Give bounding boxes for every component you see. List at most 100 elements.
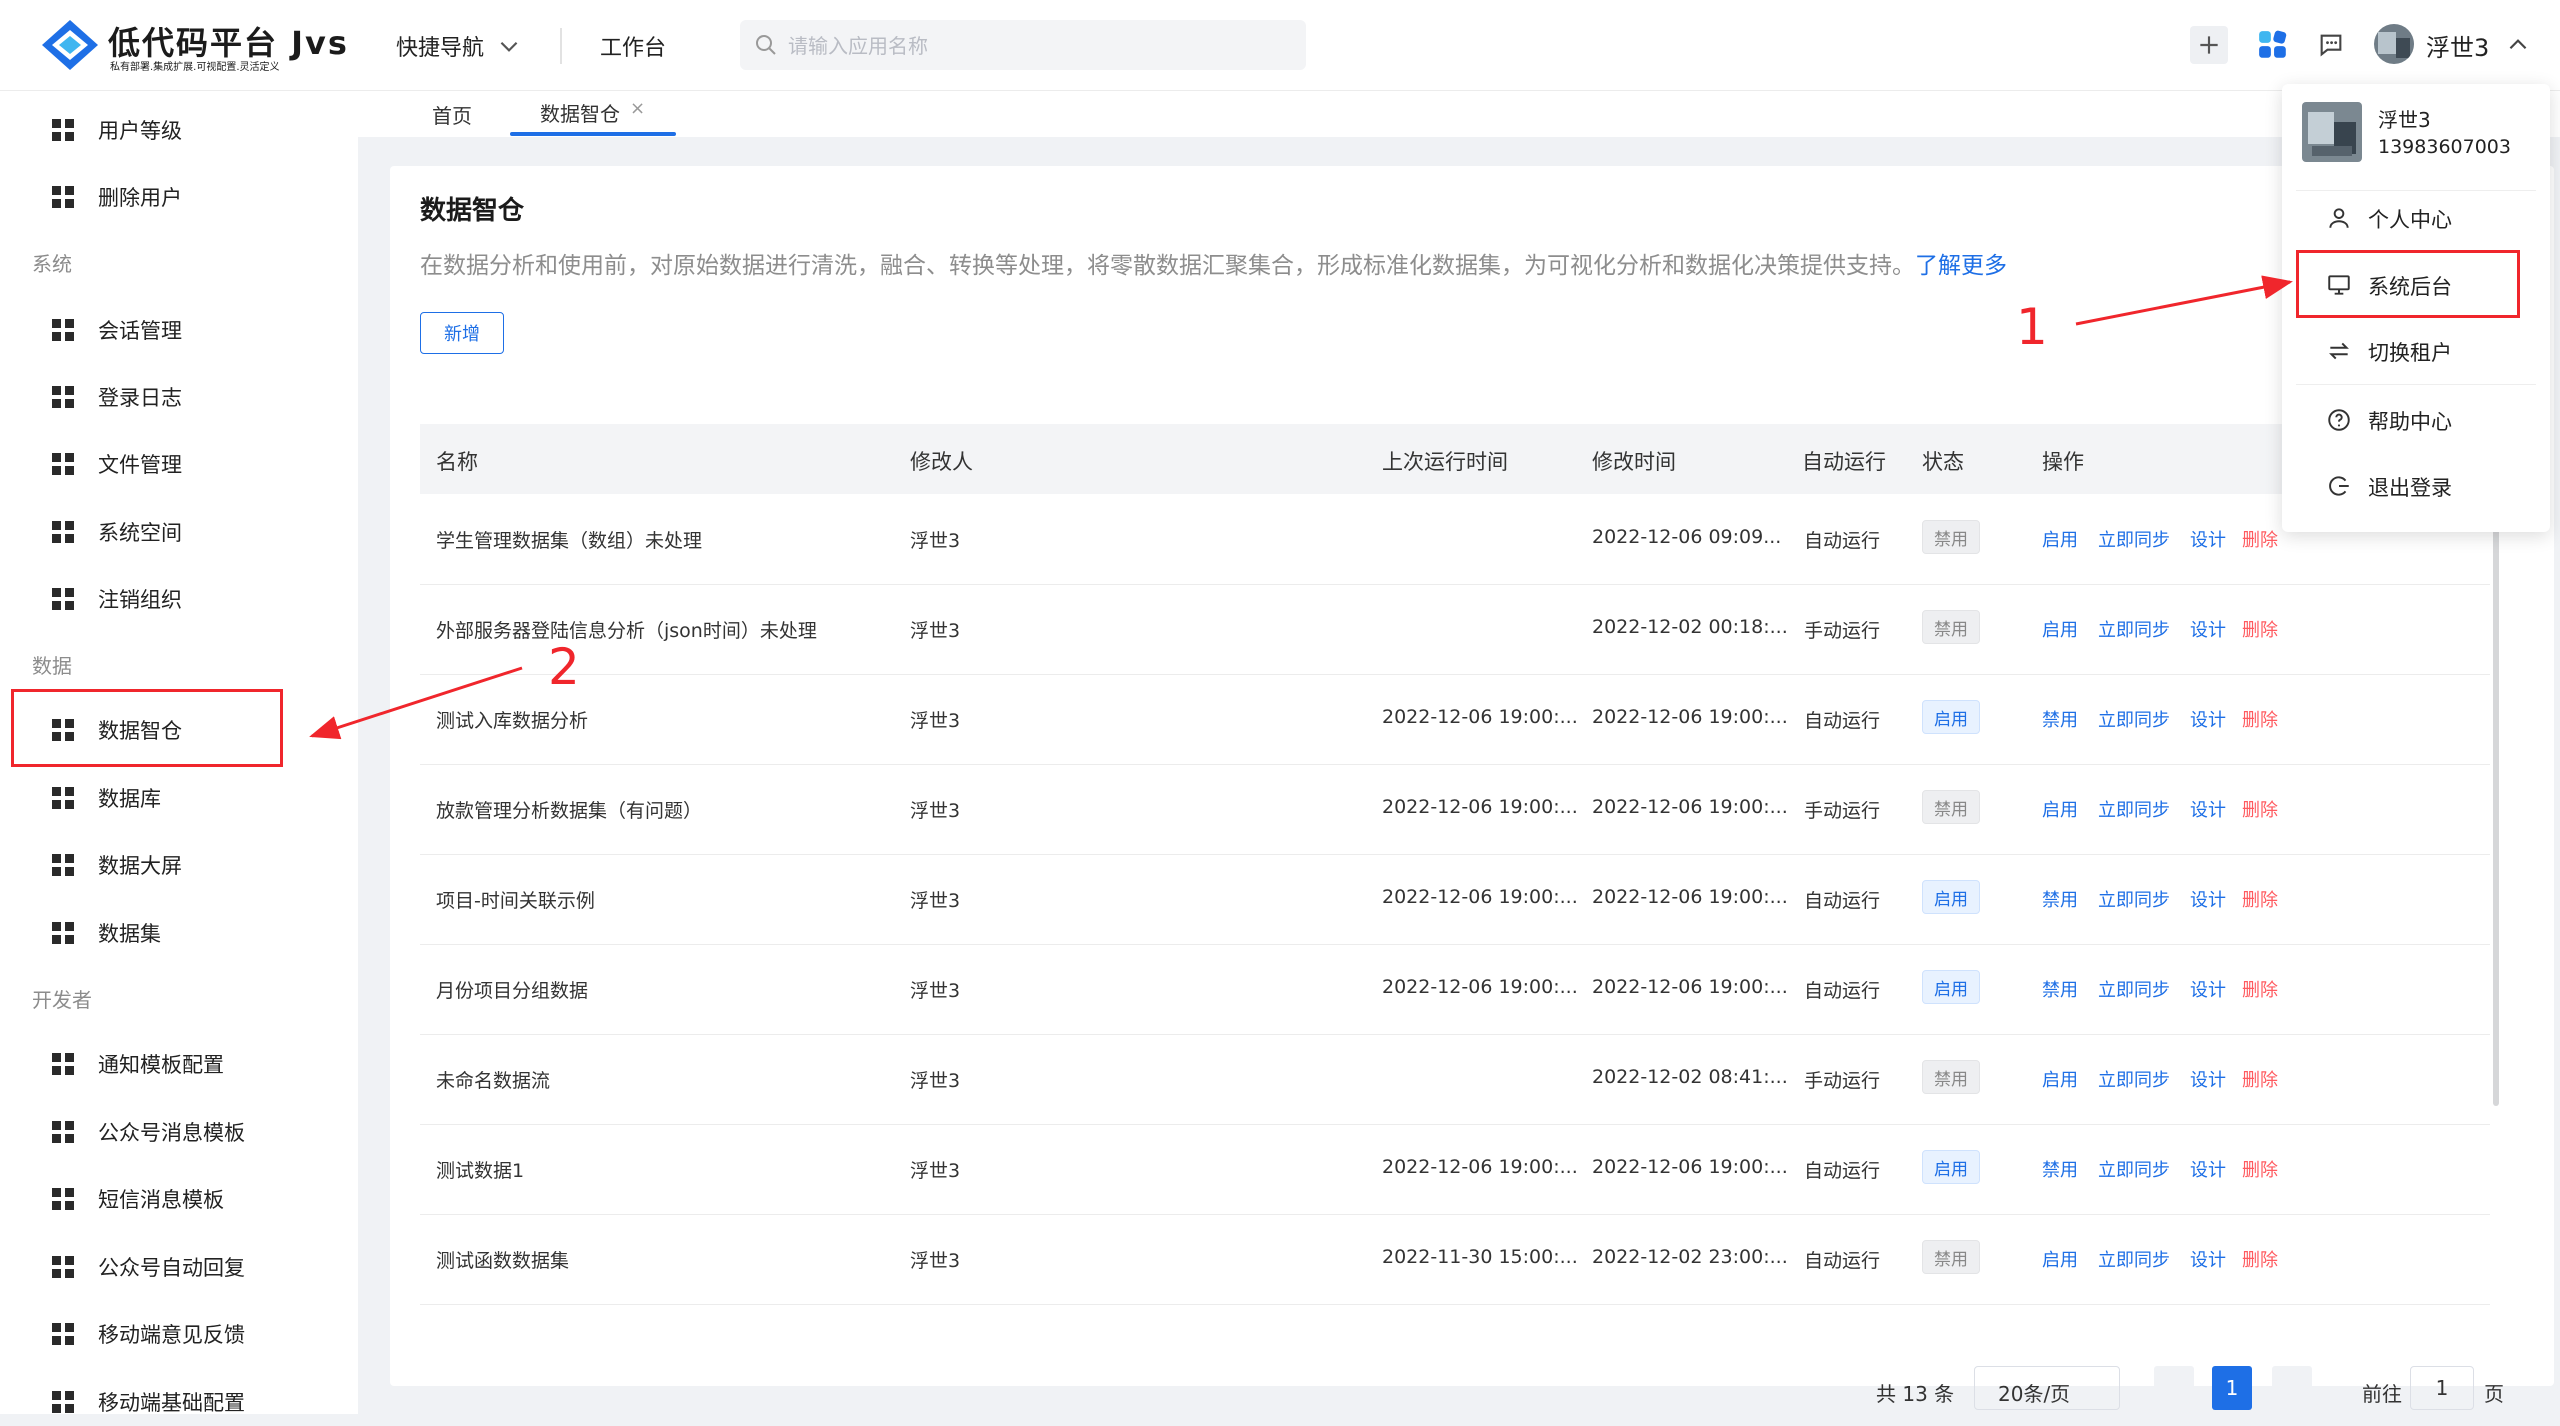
sidebar-item-cancel-org[interactable]: 注销组织	[0, 571, 340, 623]
tab-label[interactable]: 数据智仓	[540, 98, 620, 127]
menu-item-logout[interactable]: 退出登录	[2296, 458, 2536, 512]
cell-last-run: 2022-12-06 19:00:...	[1382, 1156, 1578, 1178]
menu-item-help-center[interactable]: 帮助中心	[2296, 392, 2536, 446]
user-name[interactable]: 浮世3	[2426, 28, 2489, 63]
add-button[interactable]: 新增	[420, 312, 504, 354]
sidebar-item-system-space[interactable]: 系统空间	[0, 504, 340, 556]
sidebar-item-notify-template[interactable]: 通知模板配置	[0, 1036, 340, 1088]
sync-now-link[interactable]: 立即同步	[2098, 886, 2170, 912]
delete-link[interactable]: 删除	[2242, 616, 2278, 642]
design-link[interactable]: 设计	[2190, 976, 2226, 1002]
design-link[interactable]: 设计	[2190, 886, 2226, 912]
message-button[interactable]	[2312, 26, 2350, 64]
sync-now-link[interactable]: 立即同步	[2098, 706, 2170, 732]
delete-link[interactable]: 删除	[2242, 526, 2278, 552]
design-link[interactable]: 设计	[2190, 1246, 2226, 1272]
goto-suffix: 页	[2484, 1382, 2504, 1406]
sidebar-item-label: 移动端意见反馈	[98, 1323, 245, 1347]
tab-close-icon[interactable]: ×	[630, 98, 645, 119]
sidebar-item-delete-user[interactable]: 删除用户	[0, 169, 340, 221]
toggle-action-link[interactable]: 启用	[2042, 616, 2078, 642]
sidebar-item-mobile-feedback[interactable]: 移动端意见反馈	[0, 1306, 340, 1358]
page-number-button[interactable]: 1	[2212, 1366, 2252, 1410]
apps-button[interactable]	[2254, 26, 2292, 64]
grid-icon	[52, 922, 74, 944]
pagination-total: 共 13 条	[1876, 1382, 1955, 1406]
avatar[interactable]	[2374, 24, 2414, 64]
sidebar-item-file-manage[interactable]: 文件管理	[0, 436, 340, 488]
delete-link[interactable]: 删除	[2242, 1246, 2278, 1272]
status-badge: 禁用	[1922, 790, 1980, 824]
column-header-status[interactable]: 状态	[1922, 446, 1964, 476]
page-size-value[interactable]: 20条/页	[1998, 1378, 2070, 1407]
toggle-action-link[interactable]: 禁用	[2042, 886, 2078, 912]
delete-link[interactable]: 删除	[2242, 1156, 2278, 1182]
column-header-modified[interactable]: 修改时间	[1592, 446, 1676, 476]
top-header: 低代码平台 Jvs 私有部署.集成扩展.可视配置.灵活定义 快捷导航 工作台 请…	[0, 0, 2560, 91]
quick-nav-label: 快捷导航	[396, 36, 485, 61]
next-page-button[interactable]	[2272, 1366, 2312, 1410]
menu-item-personal-center[interactable]: 个人中心	[2296, 190, 2536, 244]
delete-link[interactable]: 删除	[2242, 976, 2278, 1002]
learn-more-link[interactable]: 了解更多	[1915, 253, 2007, 279]
cell-modifier: 浮世3	[910, 980, 961, 1002]
table-scrollbar[interactable]	[2493, 494, 2499, 1106]
sidebar-item-mp-msg-template[interactable]: 公众号消息模板	[0, 1104, 340, 1156]
column-header-actions: 操作	[2042, 450, 2084, 474]
app-search[interactable]	[740, 20, 1306, 72]
sidebar-item-label: 登录日志	[98, 386, 182, 410]
toggle-action-link[interactable]: 启用	[2042, 526, 2078, 552]
cell-auto-run: 手动运行	[1804, 1070, 1881, 1092]
sidebar-item-sms-template[interactable]: 短信消息模板	[0, 1171, 340, 1223]
design-link[interactable]: 设计	[2190, 706, 2226, 732]
column-header-modifier[interactable]: 修改人	[910, 446, 973, 476]
cell-modified: 2022-12-02 00:18:...	[1592, 616, 1788, 638]
add-button[interactable]	[2190, 26, 2228, 64]
design-link[interactable]: 设计	[2190, 526, 2226, 552]
sync-now-link[interactable]: 立即同步	[2098, 526, 2170, 552]
sidebar-item-data-screen[interactable]: 数据大屏	[0, 837, 340, 889]
sidebar-item-dataset[interactable]: 数据集	[0, 905, 340, 957]
quick-nav-menu[interactable]: 快捷导航	[396, 30, 522, 62]
prev-page-button[interactable]	[2154, 1366, 2194, 1410]
toggle-action-link[interactable]: 禁用	[2042, 706, 2078, 732]
cell-name: 测试入库数据分析	[436, 710, 589, 732]
chevron-up-icon[interactable]	[2505, 32, 2531, 58]
goto-page-input[interactable]: 1	[2410, 1366, 2474, 1410]
menu-item-switch-tenant[interactable]: 切换租户	[2296, 323, 2536, 377]
user-icon	[2329, 208, 2349, 228]
cell-modifier: 浮世3	[910, 710, 961, 732]
design-link[interactable]: 设计	[2190, 1156, 2226, 1182]
column-header-last-run[interactable]: 上次运行时间	[1382, 446, 1508, 476]
delete-link[interactable]: 删除	[2242, 886, 2278, 912]
sync-now-link[interactable]: 立即同步	[2098, 976, 2170, 1002]
sync-now-link[interactable]: 立即同步	[2098, 1246, 2170, 1272]
sync-now-link[interactable]: 立即同步	[2098, 796, 2170, 822]
toggle-action-link[interactable]: 启用	[2042, 1066, 2078, 1092]
delete-link[interactable]: 删除	[2242, 796, 2278, 822]
design-link[interactable]: 设计	[2190, 616, 2226, 642]
column-header-auto-run[interactable]: 自动运行	[1802, 446, 1886, 476]
design-link[interactable]: 设计	[2190, 1066, 2226, 1092]
search-input[interactable]	[786, 20, 1290, 72]
workbench-link[interactable]: 工作台	[600, 30, 666, 62]
toggle-action-link[interactable]: 启用	[2042, 1246, 2078, 1272]
toggle-action-link[interactable]: 禁用	[2042, 976, 2078, 1002]
column-header-name[interactable]: 名称	[436, 446, 478, 476]
delete-link[interactable]: 删除	[2242, 1066, 2278, 1092]
design-link[interactable]: 设计	[2190, 796, 2226, 822]
sync-now-link[interactable]: 立即同步	[2098, 1156, 2170, 1182]
toggle-action-link[interactable]: 启用	[2042, 796, 2078, 822]
sidebar-item-session[interactable]: 会话管理	[0, 302, 340, 354]
sync-now-link[interactable]: 立即同步	[2098, 616, 2170, 642]
toggle-action-link[interactable]: 禁用	[2042, 1156, 2078, 1182]
sidebar-item-label: 系统空间	[98, 521, 182, 545]
sidebar-item-mp-auto-reply[interactable]: 公众号自动回复	[0, 1239, 340, 1291]
sidebar-item-user-level[interactable]: 用户等级	[0, 102, 340, 154]
sidebar-item-login-log[interactable]: 登录日志	[0, 369, 340, 421]
sidebar-item-database[interactable]: 数据库	[0, 770, 340, 822]
apps-icon	[2259, 30, 2287, 58]
delete-link[interactable]: 删除	[2242, 706, 2278, 732]
tab-home[interactable]: 首页	[432, 100, 472, 129]
sync-now-link[interactable]: 立即同步	[2098, 1066, 2170, 1092]
